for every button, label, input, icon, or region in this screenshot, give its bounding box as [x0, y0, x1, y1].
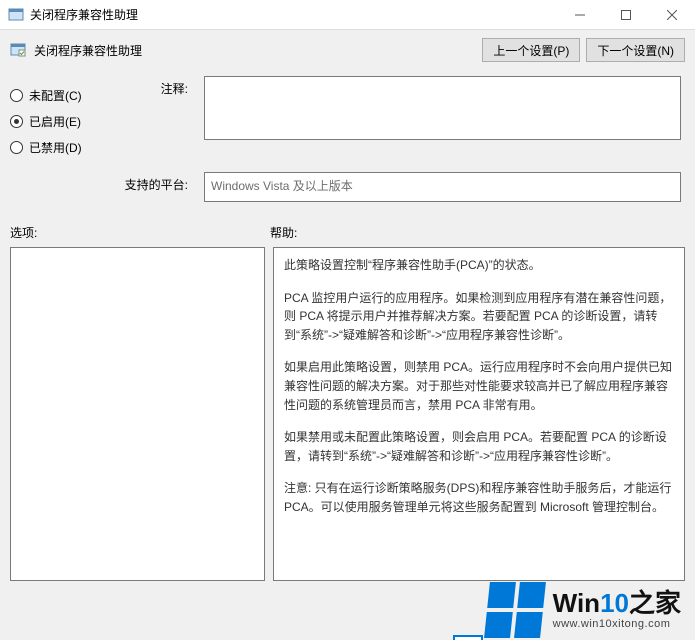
help-paragraph: 如果启用此策略设置，则禁用 PCA。运行应用程序时不会向用户提供已知兼容性问题的…: [284, 358, 674, 414]
maximize-button[interactable]: [603, 0, 649, 30]
radio-label: 未配置(C): [29, 87, 82, 104]
radio-not-configured[interactable]: 未配置(C): [10, 82, 100, 108]
windows-logo-icon: [484, 582, 546, 638]
options-panel: [10, 247, 265, 581]
help-paragraph: PCA 监控用户运行的应用程序。如果检测到应用程序有潜在兼容性问题，则 PCA …: [284, 289, 674, 345]
help-paragraph: 此策略设置控制“程序兼容性助手(PCA)”的状态。: [284, 256, 674, 275]
comment-label: 注释:: [116, 76, 188, 160]
radio-circle-icon: [10, 141, 23, 154]
watermark-url: www.win10xitong.com: [553, 618, 681, 630]
policy-title: 关闭程序兼容性助理: [34, 42, 142, 59]
previous-setting-button[interactable]: 上一个设置(P): [482, 38, 580, 62]
state-radio-group: 未配置(C) 已启用(E) 已禁用(D): [10, 76, 100, 160]
help-panel[interactable]: 此策略设置控制“程序兼容性助手(PCA)”的状态。 PCA 监控用户运行的应用程…: [273, 247, 685, 581]
close-button[interactable]: [649, 0, 695, 30]
watermark-brand: Win10之家: [553, 590, 681, 616]
minimize-button[interactable]: [557, 0, 603, 30]
section-labels: 选项: 帮助:: [0, 202, 695, 247]
config-row: 未配置(C) 已启用(E) 已禁用(D) 注释:: [0, 76, 695, 160]
help-paragraph: 注意: 只有在运行诊断策略服务(DPS)和程序兼容性助手服务后，才能运行 PCA…: [284, 479, 674, 516]
help-paragraph: 如果禁用或未配置此策略设置，则会启用 PCA。若要配置 PCA 的诊断设置，请转…: [284, 428, 674, 465]
radio-disabled[interactable]: 已禁用(D): [10, 134, 100, 160]
app-icon: [8, 7, 24, 23]
help-label: 帮助:: [270, 224, 685, 241]
policy-header: 关闭程序兼容性助理 上一个设置(P) 下一个设置(N): [0, 30, 695, 76]
supported-row: 支持的平台: Windows Vista 及以上版本: [0, 160, 695, 202]
radio-circle-icon: [10, 89, 23, 102]
comment-input[interactable]: [204, 76, 681, 140]
radio-circle-checked-icon: [10, 115, 23, 128]
watermark: Win10之家 www.win10xitong.com: [487, 582, 681, 638]
title-bar: 关闭程序兼容性助理: [0, 0, 695, 30]
next-setting-button[interactable]: 下一个设置(N): [586, 38, 685, 62]
supported-label: 支持的平台:: [116, 172, 188, 193]
radio-enabled[interactable]: 已启用(E): [10, 108, 100, 134]
window-title: 关闭程序兼容性助理: [30, 6, 138, 23]
radio-label: 已启用(E): [29, 113, 81, 130]
options-label: 选项:: [10, 224, 270, 241]
policy-icon: [10, 42, 26, 58]
client-area: 关闭程序兼容性助理 上一个设置(P) 下一个设置(N) 未配置(C) 已启用(E…: [0, 30, 695, 640]
radio-label: 已禁用(D): [29, 139, 82, 156]
partial-button-edge: [453, 635, 483, 640]
supported-platform-box: Windows Vista 及以上版本: [204, 172, 681, 202]
panels: 此策略设置控制“程序兼容性助手(PCA)”的状态。 PCA 监控用户运行的应用程…: [0, 247, 695, 581]
